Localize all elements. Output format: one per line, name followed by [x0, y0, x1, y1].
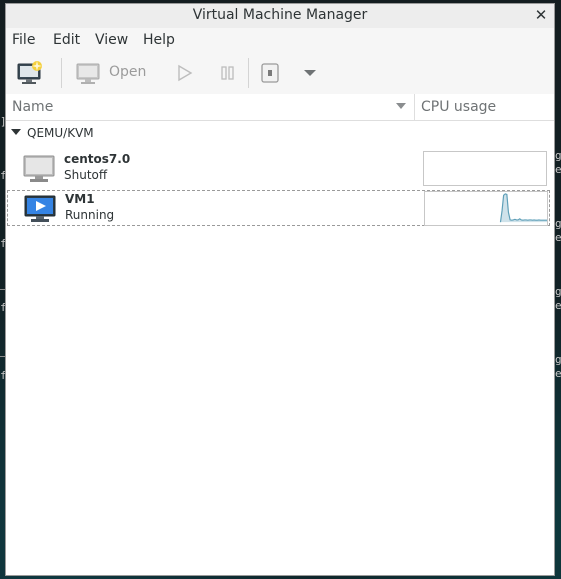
vm-state: Running	[65, 208, 115, 222]
menu-bar: File Edit View Help	[6, 28, 554, 53]
virt-manager-window: Virtual Machine Manager ✕ File Edit View…	[5, 3, 555, 576]
monitor-icon	[23, 155, 55, 182]
connection-label: QEMU/KVM	[27, 126, 94, 140]
cpu-usage-graph	[424, 191, 548, 226]
new-vm-icon	[17, 61, 42, 84]
title-bar[interactable]: Virtual Machine Manager ✕	[6, 4, 554, 29]
background-terminal-fragment: g	[555, 285, 561, 298]
open-button-label: Open	[109, 64, 147, 80]
pause-icon	[221, 66, 234, 80]
running-monitor-icon	[24, 195, 56, 222]
window-title: Virtual Machine Manager	[192, 7, 368, 23]
pause-button[interactable]	[217, 60, 239, 86]
vm-name: VM1	[65, 192, 95, 206]
column-header-name-label: Name	[12, 99, 54, 115]
sort-descending-icon	[396, 103, 406, 109]
vm-name: centos7.0	[64, 152, 131, 166]
background-terminal-fragment: e	[555, 367, 561, 380]
chevron-down-icon	[304, 70, 316, 76]
background-terminal-fragment: e	[555, 299, 561, 312]
monitor-icon	[76, 63, 100, 84]
vm-list-header: Name CPU usage	[6, 94, 554, 121]
menu-help[interactable]: Help	[143, 32, 175, 48]
shutdown-button[interactable]	[259, 60, 281, 86]
toolbar-separator	[61, 58, 62, 88]
background-terminal-fragment: e	[555, 163, 561, 176]
toolbar: Open	[6, 52, 554, 95]
vm-row-vm1[interactable]: VM1 Running	[7, 190, 550, 226]
expander-arrow-icon[interactable]	[11, 129, 21, 135]
run-button[interactable]	[174, 60, 196, 86]
background-terminal-fragment: e	[555, 231, 561, 244]
shutdown-icon	[261, 63, 279, 83]
play-icon	[178, 64, 193, 82]
vm-row-centos7[interactable]: centos7.0 Shutoff	[7, 151, 550, 187]
menu-file[interactable]: File	[12, 32, 35, 48]
menu-view[interactable]: View	[95, 32, 128, 48]
background-terminal-fragment: g	[555, 217, 561, 230]
column-header-name[interactable]: Name	[6, 94, 415, 120]
background-terminal-fragment: g	[555, 353, 561, 366]
connection-group-row[interactable]: QEMU/KVM	[6, 124, 554, 144]
new-vm-button[interactable]	[16, 60, 44, 86]
cpu-usage-graph	[423, 151, 547, 186]
close-button[interactable]: ✕	[532, 5, 550, 25]
vm-state: Shutoff	[64, 168, 108, 182]
shutdown-menu-button[interactable]	[300, 60, 320, 86]
background-terminal-fragment: g	[555, 149, 561, 162]
open-button[interactable]: Open	[74, 60, 152, 86]
menu-edit[interactable]: Edit	[53, 32, 80, 48]
column-header-cpu-label: CPU usage	[421, 99, 497, 115]
toolbar-separator	[248, 58, 249, 88]
column-header-cpu[interactable]: CPU usage	[415, 94, 554, 120]
